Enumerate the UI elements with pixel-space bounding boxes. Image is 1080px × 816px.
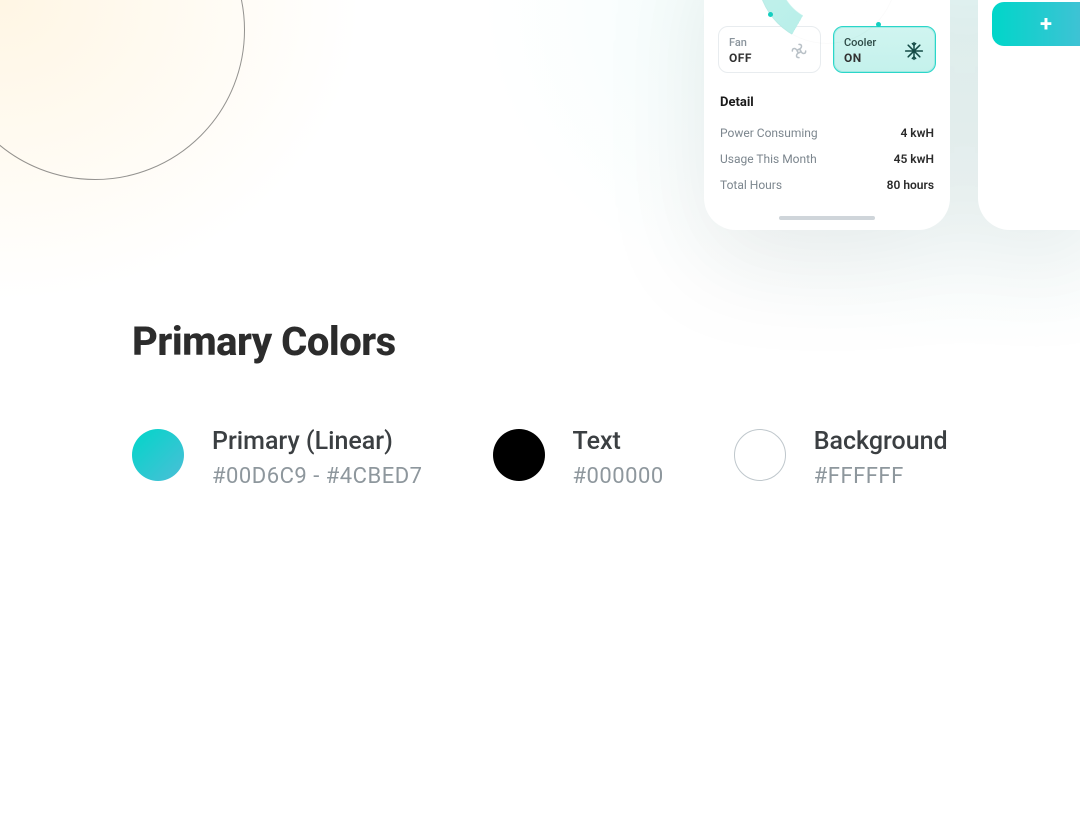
color-circle-text xyxy=(493,429,545,481)
plus-icon: + xyxy=(1040,12,1052,37)
detail-value: 45 kwH xyxy=(894,152,934,166)
swatch-hex: #FFFFFF xyxy=(814,464,948,489)
swatch-primary: Primary (Linear) #00D6C9 - #4CBED7 xyxy=(132,427,423,489)
snowflake-icon xyxy=(903,40,925,62)
swatch-row: Primary (Linear) #00D6C9 - #4CBED7 Text … xyxy=(132,427,1000,489)
detail-label: Usage This Month xyxy=(720,152,817,166)
detail-row: Total Hours 80 hours xyxy=(718,172,936,198)
detail-row: Usage This Month 45 kwH xyxy=(718,146,936,172)
detail-row: Power Consuming 4 kwH xyxy=(718,120,936,146)
color-circle-primary xyxy=(132,429,184,481)
swatch-background: Background #FFFFFF xyxy=(734,427,948,489)
detail-heading: Detail xyxy=(720,95,934,110)
phone-mockup-b: Polytr Total H + xyxy=(978,0,1080,230)
temperature-gauge xyxy=(718,0,936,24)
fan-label: Fan xyxy=(729,36,752,49)
color-circle-background xyxy=(734,429,786,481)
home-indicator xyxy=(779,216,875,220)
swatch-hex: #00D6C9 - #4CBED7 xyxy=(212,464,423,489)
phone-mockups: Fan OFF Cooler ON xyxy=(704,0,1080,230)
detail-value: 80 hours xyxy=(887,178,934,192)
primary-colors-section: Primary Colors Primary (Linear) #00D6C9 … xyxy=(132,318,1000,489)
detail-label: Total Hours xyxy=(720,178,782,192)
detail-label: Power Consuming xyxy=(720,126,818,140)
swatch-name: Text xyxy=(573,427,664,456)
fan-icon xyxy=(788,40,810,62)
add-device-button[interactable]: + xyxy=(992,2,1080,46)
cooler-state: ON xyxy=(844,51,876,65)
detail-value: 4 kwH xyxy=(900,126,934,140)
pagination-dots xyxy=(992,58,1080,63)
fan-state: OFF xyxy=(729,51,752,65)
swatch-name: Background xyxy=(814,427,948,456)
phone-mockup-a: Fan OFF Cooler ON xyxy=(704,0,950,230)
swatch-hex: #000000 xyxy=(573,464,664,489)
swatch-name: Primary (Linear) xyxy=(212,427,423,456)
section-title: Primary Colors xyxy=(132,318,1000,365)
swatch-text: Text #000000 xyxy=(493,427,664,489)
